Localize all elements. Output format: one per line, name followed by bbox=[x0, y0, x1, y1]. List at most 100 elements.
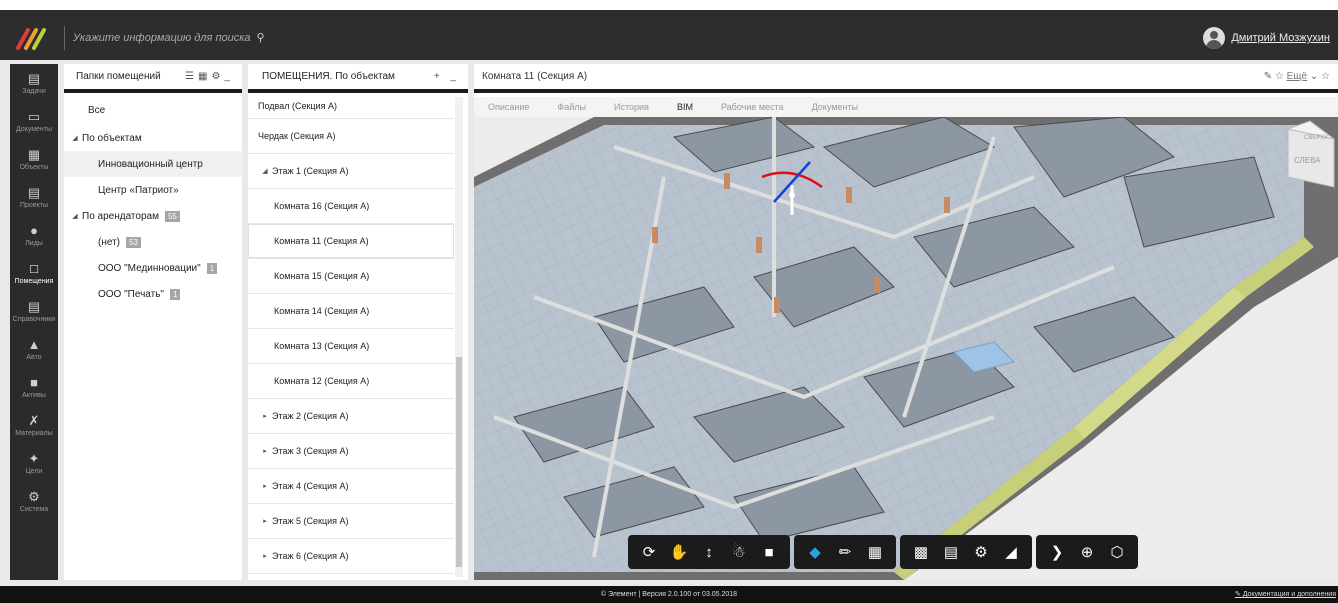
tree-node-room-15[interactable]: Комната 15 (Секция А) bbox=[248, 259, 454, 294]
tree-node-basement[interactable]: Подвал (Секция А) bbox=[248, 93, 454, 119]
bim-viewer[interactable]: СЛЕВА СВЕРХУ ⌂ ⟳ ✋ ↕ ☃ ■ ◆ ✏ ▦ ▩ ▤ ⚙ ◢ ❯… bbox=[474, 117, 1338, 580]
search-box[interactable]: Укажите информацию для поиска ⚲ bbox=[64, 26, 265, 50]
tab-files[interactable]: Файлы bbox=[557, 97, 586, 117]
zoom-icon[interactable]: ↕ bbox=[694, 537, 724, 567]
tab-documents[interactable]: Документы bbox=[812, 97, 858, 117]
folders-tools[interactable]: ☰▦⚙_ bbox=[185, 71, 234, 82]
properties-icon[interactable]: ▤ bbox=[936, 537, 966, 567]
folder-by-tenants[interactable]: ◢ По арендаторам 55 bbox=[64, 203, 242, 229]
app-logo[interactable] bbox=[14, 24, 60, 52]
cube-icon[interactable]: ⬡ bbox=[1102, 537, 1132, 567]
bim-model[interactable]: СЛЕВА СВЕРХУ ⌂ bbox=[474, 117, 1338, 580]
chevron-down-icon[interactable]: ⌄ bbox=[1310, 71, 1318, 82]
nav-leads[interactable]: ● Лиды bbox=[10, 216, 58, 254]
expand-icon[interactable]: ▸ bbox=[258, 517, 272, 525]
tree-node-floor-1[interactable]: ◢ Этаж 1 (Секция А) bbox=[248, 154, 454, 189]
nav-materials[interactable]: ✗ Материалы bbox=[10, 406, 58, 444]
nav-label: Авто bbox=[26, 353, 42, 361]
expand-icon[interactable]: ▸ bbox=[258, 412, 272, 420]
camera-icon[interactable]: ■ bbox=[754, 537, 784, 567]
tree-node-room-12[interactable]: Комната 12 (Секция А) bbox=[248, 364, 454, 399]
nav-tasks[interactable]: ▤ Задачи bbox=[10, 64, 58, 102]
explode-icon[interactable]: ▦ bbox=[860, 537, 890, 567]
nav-references[interactable]: ▤ Справочники bbox=[10, 292, 58, 330]
docs-link-label[interactable]: Документация и дополнения bbox=[1243, 591, 1336, 598]
section-icon[interactable]: ◆ bbox=[800, 537, 830, 567]
tab-workplaces[interactable]: Рабочие места bbox=[721, 97, 784, 117]
nav-auto[interactable]: ▲ Авто bbox=[10, 330, 58, 368]
tree-node-floor-3[interactable]: ▸ Этаж 3 (Секция А) bbox=[248, 434, 454, 469]
scrollbar-thumb[interactable] bbox=[456, 357, 462, 567]
tree-node-room-13[interactable]: Комната 13 (Секция А) bbox=[248, 329, 454, 364]
tab-bim[interactable]: BIM bbox=[677, 97, 693, 117]
count-badge: 1 bbox=[169, 288, 181, 300]
structure-icon[interactable]: ▩ bbox=[906, 537, 936, 567]
add-icon[interactable]: ⊕ bbox=[1072, 537, 1102, 567]
folder-all[interactable]: Все bbox=[64, 95, 242, 125]
more-menu[interactable]: Ещё bbox=[1287, 71, 1307, 82]
nav-objects[interactable]: ▦ Объекты bbox=[10, 140, 58, 178]
detail-title: Комната 11 (Секция А) bbox=[482, 71, 588, 82]
target-icon: ✦ bbox=[28, 450, 40, 466]
user-name[interactable]: Дмитрий Мозжухин bbox=[1231, 32, 1330, 44]
tab-history[interactable]: История bbox=[614, 97, 649, 117]
nav-assets[interactable]: ■ Активы bbox=[10, 368, 58, 406]
home-icon[interactable]: ⌂ bbox=[1244, 128, 1251, 142]
rooms-tools[interactable]: + _ bbox=[434, 71, 460, 82]
walk-icon[interactable]: ☃ bbox=[724, 537, 754, 567]
view-cube-top[interactable]: СВЕРХУ bbox=[1304, 135, 1328, 141]
nav-system[interactable]: ⚙ Система bbox=[10, 482, 58, 520]
tree-node-room-16[interactable]: Комната 16 (Секция А) bbox=[248, 189, 454, 224]
settings-icon[interactable]: ⚙ bbox=[966, 537, 996, 567]
nav-projects[interactable]: ▤ Проекты bbox=[10, 178, 58, 216]
tree-node-floor-5[interactable]: ▸ Этаж 5 (Секция А) bbox=[248, 504, 454, 539]
tree-node-floor-6[interactable]: ▸ Этаж 6 (Секция А) bbox=[248, 539, 454, 574]
search-input[interactable]: Укажите информацию для поиска bbox=[73, 32, 251, 44]
pin-icon[interactable]: ☆ bbox=[1321, 71, 1330, 82]
user-menu[interactable]: Дмитрий Мозжухин bbox=[1203, 24, 1330, 52]
orbit-icon[interactable]: ⟳ bbox=[634, 537, 664, 567]
expand-icon[interactable]: ▸ bbox=[258, 552, 272, 560]
folder-patriot-center[interactable]: Центр «Патриот» bbox=[64, 177, 242, 203]
folder-innovation-center[interactable]: Инновационный центр bbox=[64, 151, 242, 177]
measure-icon[interactable]: ✏ bbox=[830, 537, 860, 567]
row-label: Этаж 2 (Секция А) bbox=[272, 411, 349, 421]
extra-tools: ❯ ⊕ ⬡ bbox=[1036, 535, 1138, 569]
viewer-toolbar: ⟳ ✋ ↕ ☃ ■ ◆ ✏ ▦ ▩ ▤ ⚙ ◢ ❯ ⊕ ⬡ bbox=[628, 535, 1138, 569]
folder-pechat[interactable]: ООО "Печать" 1 bbox=[64, 281, 242, 307]
tree-node-floor-2[interactable]: ▸ Этаж 2 (Секция А) bbox=[248, 399, 454, 434]
tree-node-room-14[interactable]: Комната 14 (Секция А) bbox=[248, 294, 454, 329]
count-badge: 1 bbox=[206, 262, 218, 274]
collapse-icon[interactable]: ◢ bbox=[68, 134, 82, 142]
collapse-icon[interactable]: ◢ bbox=[258, 167, 272, 175]
rooms-scrollbar[interactable] bbox=[455, 97, 463, 577]
tree-node-floor-4[interactable]: ▸ Этаж 4 (Секция А) bbox=[248, 469, 454, 504]
nav-documents[interactable]: ▭ Документы bbox=[10, 102, 58, 140]
count-badge: 53 bbox=[126, 236, 141, 248]
folder-none[interactable]: (нет) 53 bbox=[64, 229, 242, 255]
pan-icon[interactable]: ✋ bbox=[664, 537, 694, 567]
view-cube-left[interactable]: СЛЕВА bbox=[1294, 156, 1321, 165]
fullscreen-icon[interactable]: ◢ bbox=[996, 537, 1026, 567]
chevron-right-icon[interactable]: ❯ bbox=[1042, 537, 1072, 567]
expand-icon[interactable]: ▸ bbox=[258, 447, 272, 455]
tree-node-attic[interactable]: Чердак (Секция А) bbox=[248, 119, 454, 154]
star-icon[interactable]: ☆ bbox=[1275, 71, 1284, 82]
nav-label: Задачи bbox=[22, 87, 46, 95]
nav-rooms[interactable]: □ Помещения bbox=[10, 254, 58, 292]
nav-label: Материалы bbox=[15, 429, 53, 437]
tab-description[interactable]: Описание bbox=[488, 97, 529, 117]
folders-header: Папки помещений ☰▦⚙_ bbox=[64, 64, 242, 93]
tree-node-room-11[interactable]: Комната 11 (Секция А) bbox=[248, 224, 454, 259]
nav-goals[interactable]: ✦ Цели bbox=[10, 444, 58, 482]
expand-icon[interactable]: ▸ bbox=[258, 482, 272, 490]
folder-medinnovations[interactable]: ООО "Мединновации" 1 bbox=[64, 255, 242, 281]
edit-icon[interactable]: ✎ bbox=[1264, 71, 1272, 82]
search-icon[interactable]: ⚲ bbox=[257, 32, 265, 44]
row-label: Этаж 5 (Секция А) bbox=[272, 516, 349, 526]
rooms-list: Подвал (Секция А) Чердак (Секция А) ◢ Эта… bbox=[248, 93, 454, 580]
docs-link[interactable]: ✎ Документация и дополнения bbox=[1235, 586, 1336, 603]
collapse-icon[interactable]: ◢ bbox=[68, 212, 82, 220]
row-label: Комната 11 (Секция А) bbox=[274, 236, 369, 246]
folder-by-objects[interactable]: ◢ По объектам bbox=[64, 125, 242, 151]
